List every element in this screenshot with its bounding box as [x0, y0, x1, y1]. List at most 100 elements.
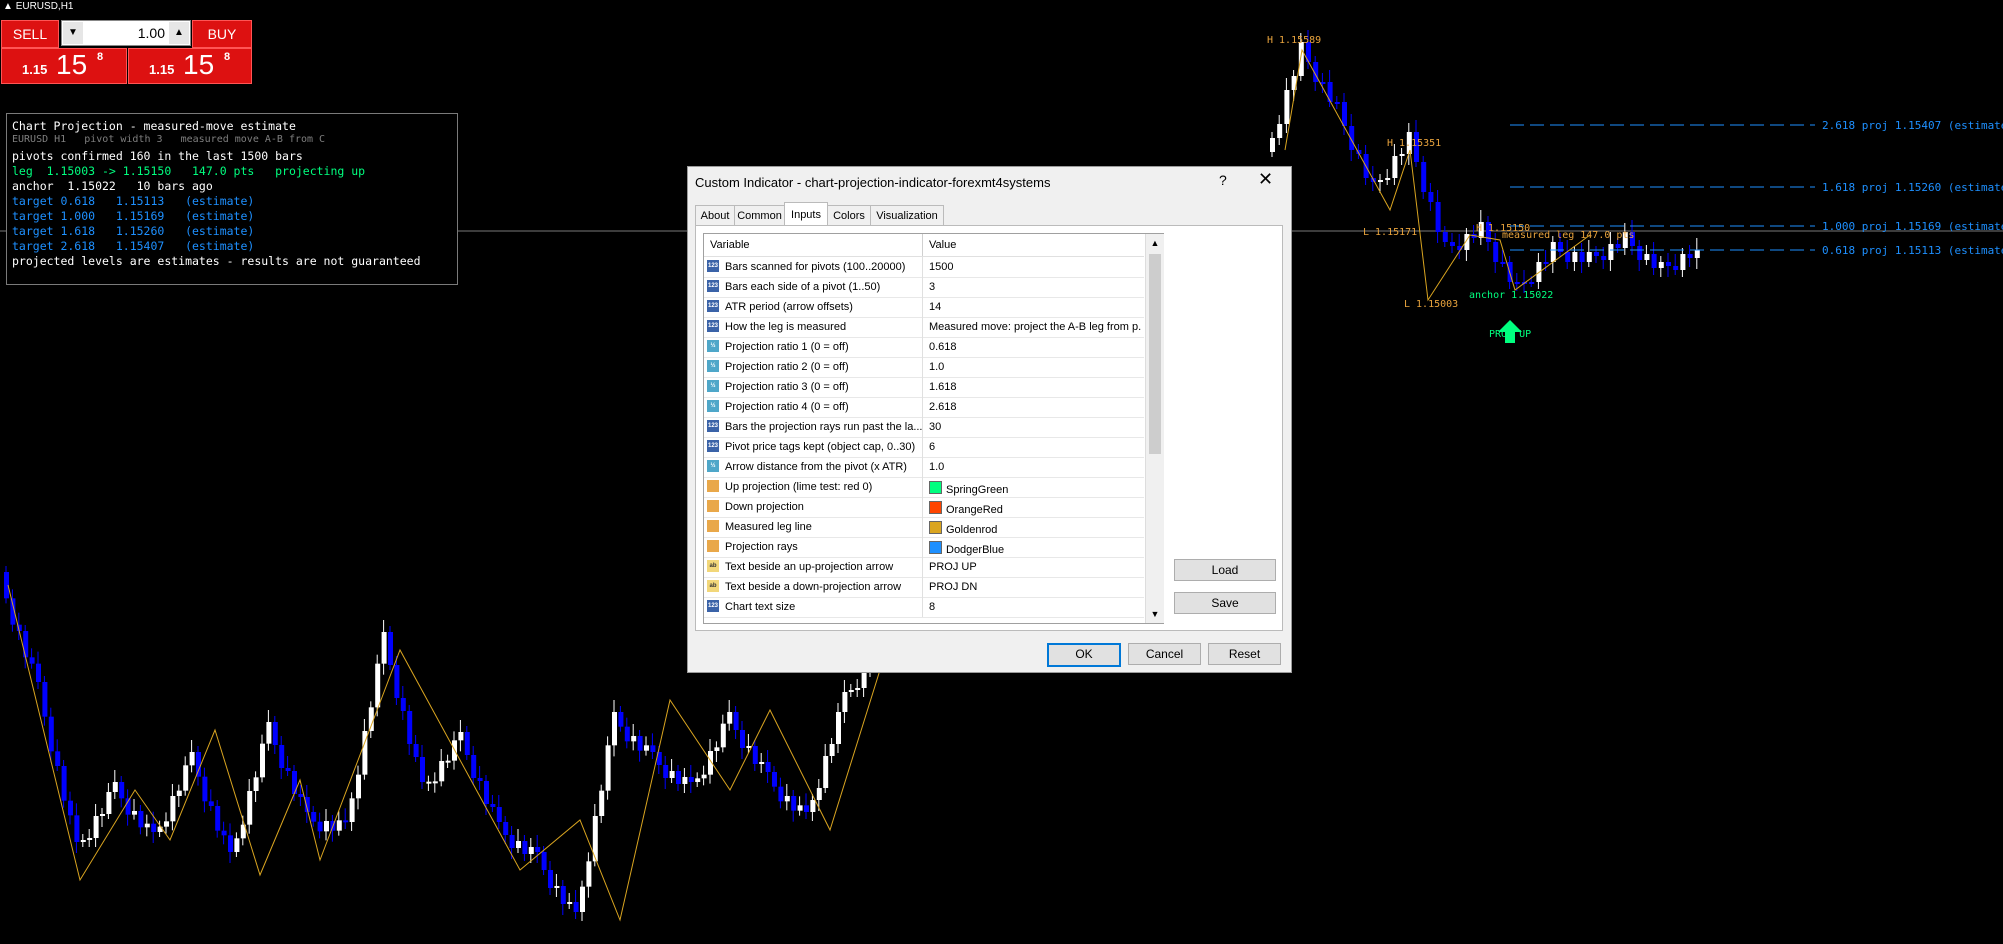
candle-body [151, 823, 157, 832]
bid-quote[interactable]: 1.15 15 8 [1, 48, 127, 84]
input-row[interactable]: 123 Chart text size 8 [704, 597, 1144, 618]
input-row[interactable]: ½ Projection ratio 3 (0 = off) 1.618 [704, 377, 1144, 398]
candle-body [573, 902, 579, 912]
candle-body [1421, 162, 1427, 192]
input-row-value[interactable]: 1.0 [929, 361, 1141, 373]
input-row-value[interactable]: OrangeRed [929, 501, 1141, 516]
input-row-value[interactable]: SpringGreen [929, 481, 1141, 496]
input-row[interactable]: Up projection (lime test: red 0) SpringGr… [704, 477, 1144, 498]
input-row[interactable]: 123 Bars scanned for pivots (100..20000) 1… [704, 257, 1144, 278]
input-row[interactable]: ab Text beside a down-projection arrow PRO… [704, 577, 1144, 598]
input-row-value[interactable]: 3 [929, 281, 1141, 293]
input-row[interactable]: ½ Arrow distance from the pivot (x ATR) 1.… [704, 457, 1144, 478]
input-row[interactable]: Down projection OrangeRed [704, 497, 1144, 518]
lot-size-stepper[interactable]: ▼ ▲ [61, 20, 191, 46]
color-type-icon [707, 500, 719, 512]
candle-body [784, 796, 790, 802]
candle-body [496, 807, 502, 822]
input-row[interactable]: ½ Projection ratio 2 (0 = off) 1.0 [704, 357, 1144, 378]
input-row-label: Arrow distance from the pivot (x ATR) [725, 461, 907, 473]
ask-quote[interactable]: 1.15 15 8 [128, 48, 252, 84]
info-pivots: pivots confirmed 160 in the last 1500 ba… [12, 149, 303, 163]
double-type-icon: ½ [707, 400, 719, 412]
candle-body [1666, 262, 1671, 266]
candle-body [253, 777, 259, 791]
cancel-button[interactable]: Cancel [1128, 643, 1201, 665]
candle-body [548, 870, 553, 888]
candle-body [772, 772, 777, 787]
pivot-label: L 1.15171 [1363, 227, 1417, 238]
candle-body [823, 756, 829, 788]
grid-scrollbar[interactable]: ▲ ▼ [1145, 234, 1164, 623]
load-button[interactable]: Load [1174, 559, 1276, 581]
input-row[interactable]: Projection rays DodgerBlue [704, 537, 1144, 558]
input-row-value[interactable]: 1500 [929, 261, 1141, 273]
candle-body [106, 792, 112, 814]
input-row-value[interactable]: 0.618 [929, 341, 1141, 353]
input-row[interactable]: 123 Bars the projection rays run past the… [704, 417, 1144, 438]
input-row-value[interactable]: 2.618 [929, 401, 1141, 413]
value-column-header[interactable]: Value [929, 239, 956, 251]
help-button[interactable]: ? [1219, 172, 1227, 188]
scroll-down-arrow-icon[interactable]: ▼ [1146, 605, 1164, 623]
buy-button[interactable]: BUY [192, 20, 252, 48]
variable-column-header[interactable]: Variable [710, 239, 750, 251]
candle-body [336, 820, 342, 831]
input-row[interactable]: ½ Projection ratio 1 (0 = off) 0.618 [704, 337, 1144, 358]
ok-button[interactable]: OK [1047, 643, 1121, 667]
integer-type-icon: 123 [707, 260, 719, 272]
candle-body [816, 788, 822, 800]
input-row[interactable]: 123 Pivot price tags kept (object cap, 0.… [704, 437, 1144, 458]
candle-body [637, 736, 643, 751]
candle-body [1565, 252, 1571, 262]
bid-pips: 15 [56, 49, 88, 80]
close-icon[interactable]: ✕ [1258, 169, 1273, 190]
scroll-thumb[interactable] [1149, 254, 1161, 454]
input-row-value[interactable]: 8 [929, 601, 1141, 613]
tab-about[interactable]: About [695, 205, 735, 227]
input-row-value[interactable]: Measured move: project the A-B leg from … [929, 321, 1141, 333]
candle-body [394, 665, 400, 698]
input-row[interactable]: ab Text beside an up-projection arrow PROJ… [704, 557, 1144, 578]
candle-body [36, 663, 41, 682]
sell-button[interactable]: SELL [1, 20, 59, 48]
candle-body [1428, 192, 1434, 202]
input-row-value[interactable]: 1.0 [929, 461, 1141, 473]
info-anchor: anchor 1.15022 10 bars ago [12, 179, 213, 193]
lot-size-input[interactable] [85, 22, 165, 44]
reset-button[interactable]: Reset [1208, 643, 1281, 665]
input-row-value-text: Goldenrod [946, 524, 998, 536]
input-row-value[interactable]: PROJ UP [929, 561, 1141, 573]
input-row-value[interactable]: 30 [929, 421, 1141, 433]
symbol-text: EURUSD,H1 [15, 1, 74, 12]
candle-body [23, 631, 29, 658]
input-row[interactable]: Measured leg line Goldenrod [704, 517, 1144, 538]
input-row-value-text: 1.0 [929, 461, 945, 473]
candle-body [1450, 242, 1455, 246]
input-row-value[interactable]: DodgerBlue [929, 541, 1141, 556]
tab-visualization[interactable]: Visualization [870, 205, 944, 227]
input-row-value[interactable]: Goldenrod [929, 521, 1141, 536]
input-row-value[interactable]: 6 [929, 441, 1141, 453]
input-row[interactable]: ½ Projection ratio 4 (0 = off) 2.618 [704, 397, 1144, 418]
save-button[interactable]: Save [1174, 592, 1276, 614]
lot-decrease-button[interactable]: ▼ [63, 22, 83, 44]
input-row-value[interactable]: 14 [929, 301, 1141, 313]
candle-body [1392, 156, 1398, 178]
info-leg: leg 1.15003 -> 1.15150 147.0 pts project… [12, 164, 366, 178]
tab-common[interactable]: Common [734, 205, 785, 227]
candle-body [720, 723, 726, 748]
input-row-value[interactable]: PROJ DN [929, 581, 1141, 593]
candle-body [1644, 254, 1650, 260]
info-target: target 1.618 1.15260 (estimate) [12, 224, 255, 238]
candle-body [1579, 252, 1585, 262]
candle-body [1550, 242, 1556, 262]
string-type-icon: ab [707, 560, 719, 572]
input-row[interactable]: 123 ATR period (arrow offsets) 14 [704, 297, 1144, 318]
input-row-value[interactable]: 1.618 [929, 381, 1141, 393]
tab-colors[interactable]: Colors [827, 205, 871, 227]
input-row[interactable]: 123 Bars each side of a pivot (1..50) 3 [704, 277, 1144, 298]
scroll-up-arrow-icon[interactable]: ▲ [1146, 234, 1164, 252]
lot-increase-button[interactable]: ▲ [169, 22, 189, 44]
input-row[interactable]: 123 How the leg is measured Measured move:… [704, 317, 1144, 338]
